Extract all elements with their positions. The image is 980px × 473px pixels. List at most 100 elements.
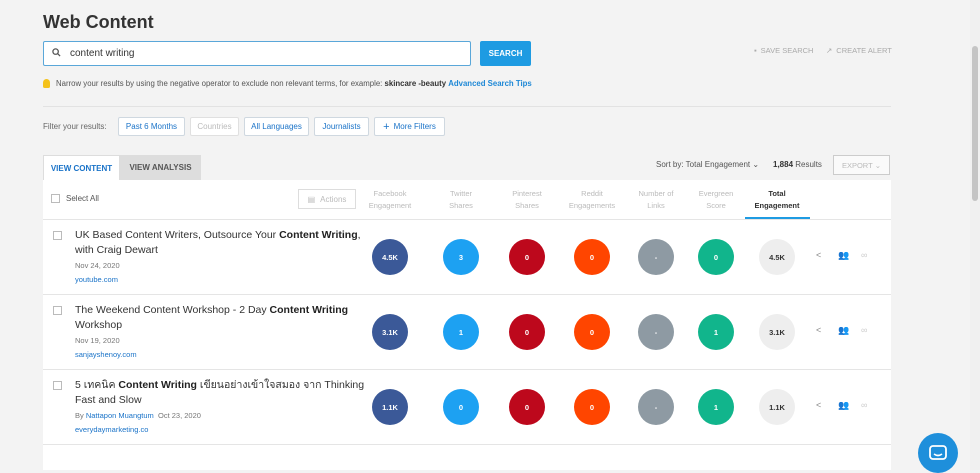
select-all-checkbox[interactable] [51,194,60,203]
filter-journalists-chip[interactable]: Journalists [314,117,369,136]
link-icon[interactable]: ∞ [861,250,867,260]
article-meta: Nov 19, 2020 [75,336,120,345]
column-header[interactable]: Evergreen Score [681,188,751,212]
article-meta: By Nattapon Muangtum Oct 23, 2020 [75,411,201,420]
page-title: Web Content [43,12,154,32]
chevron-down-icon: ⌄ [872,160,882,170]
results-count: 1,884 Results [773,160,822,169]
domain-link[interactable]: sanjayshenoy.com [75,350,137,359]
column-header-line: Shares [449,201,473,210]
actions-button: ▤ Actions [298,189,356,209]
share-icon[interactable]: < [816,250,821,260]
metric-circle-evergreen: 1 [698,389,734,425]
save-search-label: SAVE SEARCH [760,46,814,55]
title-text: 5 เทคนิค [75,379,119,391]
article-title-link[interactable]: 5 เทคนิค Content Writing เขียนอย่างเข้าใ… [75,378,375,408]
metric-circle-reddit: 0 [574,314,610,350]
column-header[interactable]: Reddit Engagements [557,188,627,212]
domain-link[interactable]: youtube.com [75,275,118,284]
users-icon[interactable]: 👥 [838,250,849,261]
row-checkbox[interactable] [53,231,62,240]
users-icon[interactable]: 👥 [838,325,849,336]
metric-circle-facebook: 1.1K [372,389,408,425]
metric-circle-twitter: 1 [443,314,479,350]
filter-languages-chip[interactable]: All Languages [244,117,309,136]
metric-circle-links: - [638,239,674,275]
article-title-link[interactable]: The Weekend Content Workshop - 2 Day Con… [75,303,375,333]
search-tip: Narrow your results by using the negativ… [43,79,532,88]
search-field[interactable] [43,41,471,66]
metric-circle-evergreen: 0 [698,239,734,275]
chat-launcher-button[interactable] [918,433,958,473]
metric-circle-total: 3.1K [759,314,795,350]
metric-circle-twitter: 3 [443,239,479,275]
advanced-search-tips-link[interactable]: Advanced Search Tips [448,79,532,88]
metric-circle-twitter: 0 [443,389,479,425]
users-icon[interactable]: 👥 [838,400,849,411]
column-header[interactable]: Pinterest Shares [492,188,562,212]
title-highlight: Content Writing [269,304,349,316]
lightbulb-icon [43,79,50,88]
row-checkbox[interactable] [53,306,62,315]
metric-circle-evergreen: 1 [698,314,734,350]
metric-circle-pinterest: 0 [509,314,545,350]
page-scrollbar[interactable] [970,0,980,470]
filter-date-chip[interactable]: Past 6 Months [118,117,185,136]
column-header-line: Total [768,189,786,198]
create-alert-button[interactable]: ↗ CREATE ALERT [826,46,892,55]
publish-date: Nov 24, 2020 [75,261,120,270]
domain-link[interactable]: everydaymarketing.co [75,425,148,434]
title-highlight: Content Writing [279,229,358,241]
column-header-line: Facebook [373,189,407,198]
column-header-line: Shares [515,201,539,210]
more-filters-chip[interactable]: + More Filters [374,117,445,136]
actions-label: Actions [320,194,347,204]
share-icon[interactable]: < [816,400,821,410]
tip-text: Narrow your results by using the negativ… [56,79,383,88]
export-button: EXPORT ⌄ [833,155,890,175]
link-icon[interactable]: ∞ [861,325,867,335]
column-header[interactable]: Total Engagement [742,188,812,212]
metric-circle-reddit: 0 [574,239,610,275]
metric-circle-total: 4.5K [759,239,795,275]
article-title-link[interactable]: UK Based Content Writers, Outsource Your… [75,228,375,258]
save-search-button[interactable]: ▪ SAVE SEARCH [754,46,813,55]
export-label: EXPORT [841,160,873,170]
table-row: The Weekend Content Workshop - 2 Day Con… [43,295,891,370]
column-header-line: Pinterest [512,189,542,198]
plus-icon: + [383,120,390,133]
tab-view-content[interactable]: VIEW CONTENT [43,155,120,180]
scrollbar-thumb[interactable] [972,46,978,201]
link-icon[interactable]: ∞ [861,400,867,410]
chat-icon [929,445,947,460]
table-row: UK Based Content Writers, Outsource Your… [43,220,891,295]
metric-circle-links: - [638,389,674,425]
column-header[interactable]: Facebook Engagement [355,188,425,212]
metric-circle-pinterest: 0 [509,239,545,275]
results-panel: Select All ▤ Actions Facebook Engagement T… [43,180,891,470]
column-header[interactable]: Twitter Shares [426,188,496,212]
column-header-line: Twitter [449,189,473,198]
column-header-line: Score [706,201,726,210]
sort-dropdown[interactable]: Sort by: Total Engagement ⌄ [656,160,759,169]
column-header-line: Evergreen [698,189,734,198]
row-checkbox[interactable] [53,381,62,390]
publish-date: Oct 23, 2020 [157,411,201,420]
filter-countries-chip: Countries [190,117,239,136]
share-icon[interactable]: < [816,325,821,335]
trend-icon: ↗ [826,46,833,55]
title-text: Workshop [75,319,123,331]
metric-circle-pinterest: 0 [509,389,545,425]
search-input[interactable] [68,47,470,60]
chevron-down-icon: ⌄ [752,160,760,169]
title-text: UK Based Content Writers, Outsource Your [75,229,280,241]
search-button[interactable]: SEARCH [480,41,531,66]
tip-example: skincare -beauty [384,79,447,88]
results-count-suffix: Results [793,160,822,169]
tab-view-analysis[interactable]: VIEW ANALYSIS [120,155,201,180]
actions-icon: ▤ [307,194,316,204]
column-header-line: Engagements [568,201,616,210]
author-link[interactable]: Nattapon Muangtum [86,411,154,420]
more-filters-label: More Filters [393,122,436,131]
select-all[interactable]: Select All [51,194,99,203]
